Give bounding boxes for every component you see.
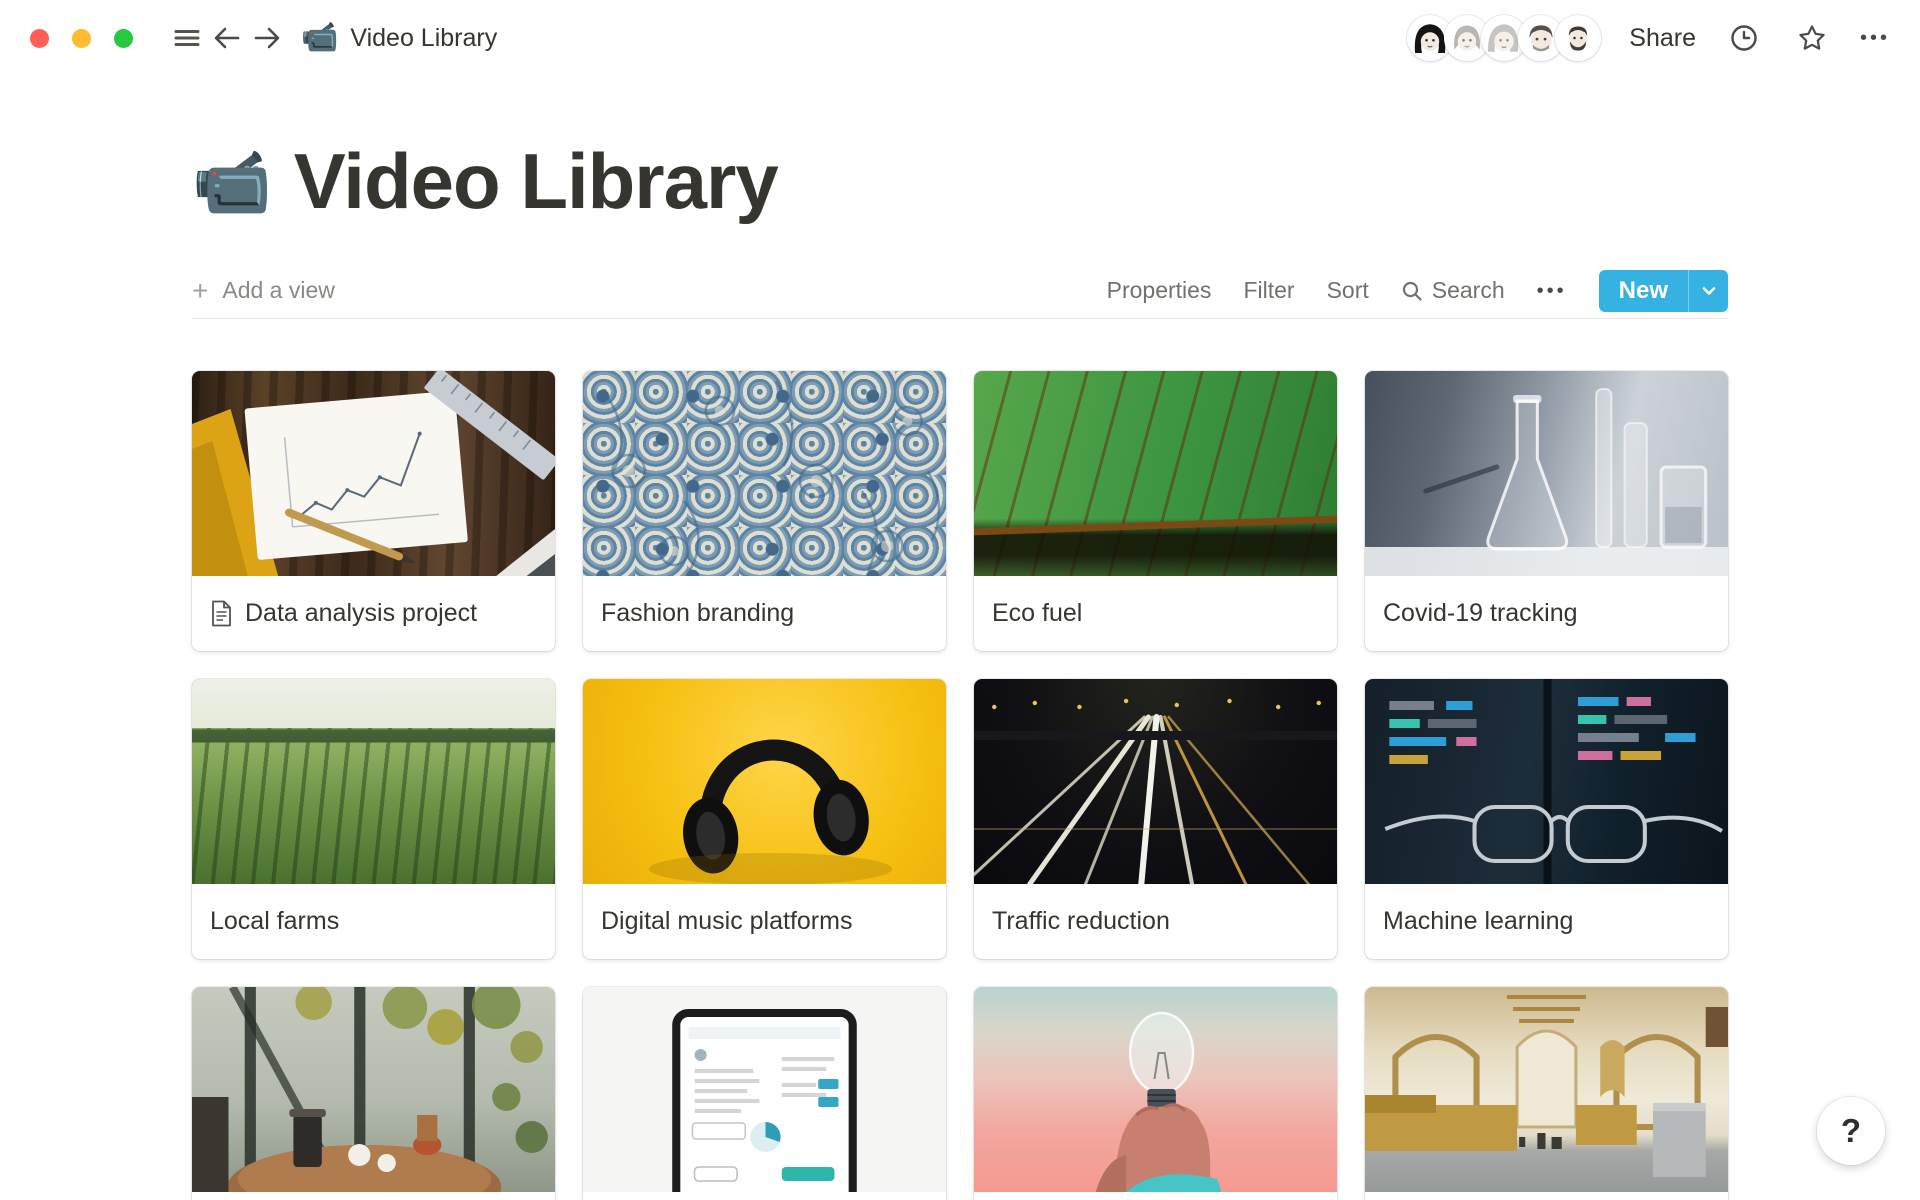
gallery-card-covid-tracking[interactable]: Covid-19 tracking: [1365, 371, 1728, 651]
breadcrumb-title: Video Library: [350, 24, 497, 53]
thumbnail-green-leaf-image: [974, 371, 1337, 576]
gallery-card-greenhouse[interactable]: [192, 987, 555, 1200]
card-title: Fashion branding: [601, 599, 794, 628]
filter-button[interactable]: Filter: [1243, 277, 1294, 304]
thumbnail-data-analysis-desk-image: [192, 371, 555, 576]
gallery-card-machine-learning[interactable]: Machine learning: [1365, 679, 1728, 959]
topbar-actions: Share •••: [1407, 15, 1890, 61]
plus-icon: +: [192, 275, 208, 307]
properties-button[interactable]: Properties: [1107, 277, 1212, 304]
thumbnail-lab-glassware-image: [1365, 371, 1728, 576]
minimize-window-button[interactable]: [72, 29, 91, 48]
card-title: Eco fuel: [992, 599, 1082, 628]
avatar-man-beard[interactable]: [1555, 15, 1601, 61]
collaborator-avatars: [1407, 15, 1601, 61]
thumbnail-night-highway-image: [974, 679, 1337, 884]
zoom-window-button[interactable]: [114, 29, 133, 48]
view-more-options-button[interactable]: •••: [1537, 281, 1567, 301]
card-title-row: [1365, 1192, 1728, 1200]
sort-button[interactable]: Sort: [1327, 277, 1369, 304]
thumbnail-farm-field-image: [192, 679, 555, 884]
window-topbar: 📹 Video Library Share: [0, 0, 1920, 76]
search-icon: [1401, 280, 1423, 302]
star-icon: [1796, 22, 1828, 54]
page-content: 📹 Video Library + Add a view Properties …: [192, 136, 1728, 1200]
add-view-label: Add a view: [222, 277, 335, 304]
card-title-row: Covid-19 tracking: [1365, 576, 1728, 651]
card-title-row: [974, 1192, 1337, 1200]
page-header: 📹 Video Library: [192, 136, 1728, 227]
gallery-card-local-farms[interactable]: Local farms: [192, 679, 555, 959]
thumbnail-greenhouse-cafe-image: [192, 987, 555, 1192]
card-title: Machine learning: [1383, 907, 1573, 936]
share-button[interactable]: Share: [1629, 24, 1696, 53]
gallery-card-lightbulb[interactable]: [974, 987, 1337, 1200]
gallery-card-data-analysis[interactable]: Data analysis project: [192, 371, 555, 651]
card-title-row: Eco fuel: [974, 576, 1337, 651]
card-title-row: Data analysis project: [192, 576, 555, 651]
card-title-row: [192, 1192, 555, 1200]
card-title-row: Machine learning: [1365, 884, 1728, 959]
thumbnail-headphones-image: [583, 679, 946, 884]
card-title-row: Local farms: [192, 884, 555, 959]
card-title: Digital music platforms: [601, 907, 852, 936]
chevron-down-icon: [1700, 283, 1718, 299]
updates-button[interactable]: [1724, 18, 1764, 58]
page-title[interactable]: Video Library: [294, 136, 778, 227]
clock-icon: [1729, 23, 1759, 53]
card-title-row: Digital music platforms: [583, 884, 946, 959]
page-icon-video-camera[interactable]: 📹: [192, 150, 272, 214]
sidebar-menu-button[interactable]: [167, 18, 207, 58]
search-button[interactable]: Search: [1401, 277, 1505, 304]
card-title: Covid-19 tracking: [1383, 599, 1578, 628]
new-split-button: New: [1599, 270, 1728, 312]
close-window-button[interactable]: [30, 29, 49, 48]
new-dropdown-button[interactable]: [1688, 270, 1728, 312]
card-title: Data analysis project: [245, 599, 477, 628]
gallery-card-fashion-branding[interactable]: Fashion branding: [583, 371, 946, 651]
back-button[interactable]: [207, 18, 247, 58]
card-title: Traffic reduction: [992, 907, 1170, 936]
arrow-left-icon: [210, 22, 244, 54]
forward-button[interactable]: [247, 18, 287, 58]
add-view-button[interactable]: + Add a view: [192, 275, 335, 307]
thumbnail-tablet-dashboard-image: [583, 987, 946, 1192]
hamburger-icon: [171, 22, 203, 54]
help-button[interactable]: ?: [1817, 1097, 1885, 1165]
gallery-card-tablet-dashboard[interactable]: [583, 987, 946, 1200]
card-title-row: Fashion branding: [583, 576, 946, 651]
video-camera-icon: 📹: [301, 23, 338, 53]
thumbnail-hand-lightbulb-image: [974, 987, 1337, 1192]
search-label: Search: [1432, 277, 1505, 304]
new-button[interactable]: New: [1599, 270, 1688, 312]
card-title-row: [583, 1192, 946, 1200]
gallery-card-eco-fuel[interactable]: Eco fuel: [974, 371, 1337, 651]
thumbnail-blue-floral-pattern-image: [583, 371, 946, 576]
thumbnail-code-screens-glasses-image: [1365, 679, 1728, 884]
window-controls: [30, 29, 133, 48]
favorite-button[interactable]: [1792, 18, 1832, 58]
gallery-card-traffic-reduction[interactable]: Traffic reduction: [974, 679, 1337, 959]
gallery-card-digital-music[interactable]: Digital music platforms: [583, 679, 946, 959]
thumbnail-church-interior-image: [1365, 987, 1728, 1192]
view-toolbar: + Add a view Properties Filter Sort Sear…: [192, 273, 1728, 319]
arrow-right-icon: [250, 22, 284, 54]
more-options-button[interactable]: •••: [1860, 28, 1890, 48]
card-title-row: Traffic reduction: [974, 884, 1337, 959]
leaf-midrib: [974, 515, 1337, 536]
gallery-grid: Data analysis project Fashion branding: [192, 371, 1728, 1200]
breadcrumb[interactable]: 📹 Video Library: [301, 23, 497, 53]
view-toolbar-actions: Properties Filter Sort Search ••• New: [1107, 270, 1728, 312]
page-icon: [210, 600, 233, 627]
gallery-card-church-interior[interactable]: [1365, 987, 1728, 1200]
card-title: Local farms: [210, 907, 339, 936]
